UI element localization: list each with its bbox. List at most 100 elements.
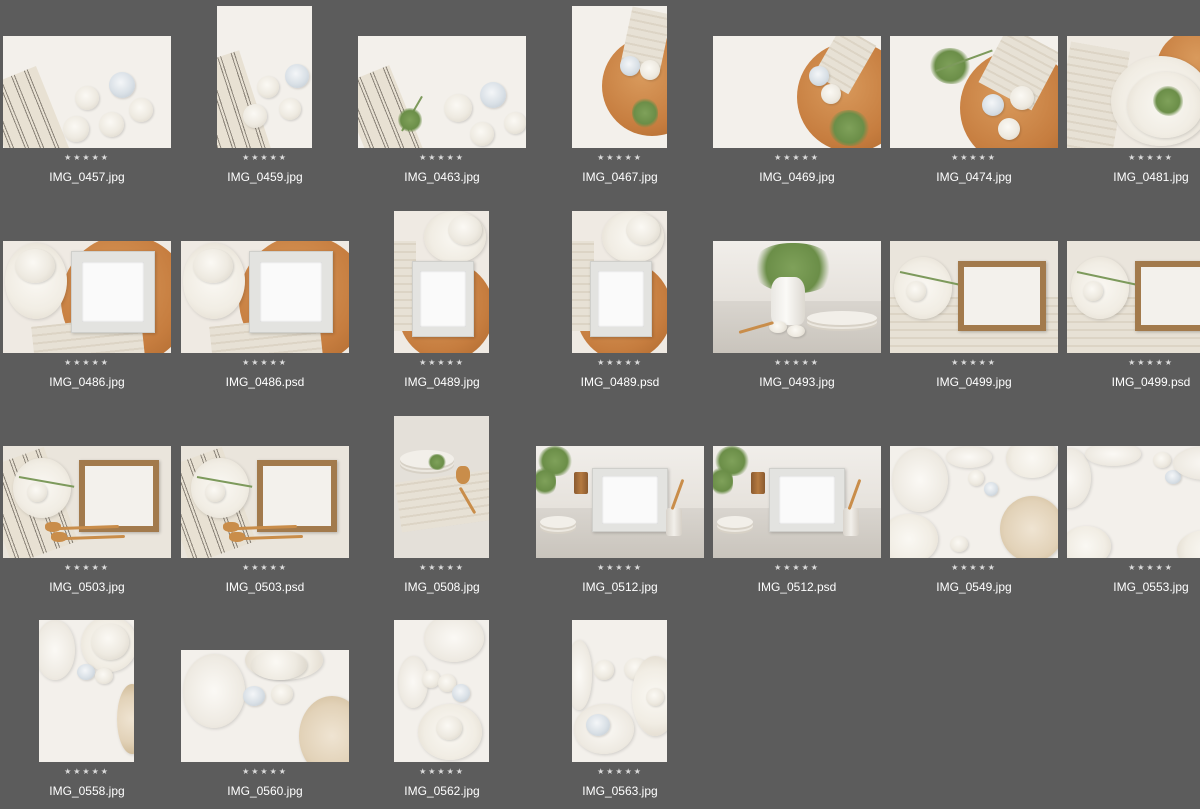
filename-label: IMG_0474.jpg <box>936 170 1012 184</box>
thumbnail-row-1: ★★★★★ IMG_0457.jpg ★★★★★ IMG_0459.jpg ★★… <box>0 0 1200 195</box>
photo-thumbnail[interactable] <box>3 36 171 148</box>
rating-stars[interactable]: ★★★★★ <box>357 358 527 368</box>
photo-thumbnail[interactable] <box>890 446 1058 558</box>
photo-thumbnail[interactable] <box>572 211 667 353</box>
photo-thumbnail[interactable] <box>217 6 312 148</box>
photo-cell[interactable]: ★★★★★ IMG_0489.jpg <box>357 205 527 400</box>
photo-thumbnail[interactable] <box>572 620 667 762</box>
photo-cell[interactable]: ★★★★★ IMG_0469.jpg <box>712 0 882 195</box>
photo-thumbnail[interactable] <box>3 446 171 558</box>
filename-label: IMG_0558.jpg <box>49 784 125 798</box>
filename-label: IMG_0469.jpg <box>759 170 835 184</box>
rating-stars[interactable]: ★★★★★ <box>712 153 882 163</box>
photo-thumbnail[interactable] <box>181 650 349 762</box>
filename-label: IMG_0508.jpg <box>404 580 480 594</box>
photo-cell[interactable]: ★★★★★ IMG_0503.jpg <box>2 410 172 605</box>
rating-stars[interactable]: ★★★★★ <box>2 153 172 163</box>
filename-label: IMG_0499.psd <box>1111 375 1191 389</box>
rating-stars[interactable]: ★★★★★ <box>889 153 1059 163</box>
rating-stars[interactable]: ★★★★★ <box>535 153 705 163</box>
filename-label: IMG_0553.jpg <box>1113 580 1189 594</box>
photo-cell[interactable]: ★★★★★ IMG_0549.jpg <box>889 410 1059 605</box>
photo-cell[interactable]: ★★★★★ IMG_0489.psd <box>535 205 705 400</box>
photo-thumbnail[interactable] <box>39 620 134 762</box>
rating-stars[interactable]: ★★★★★ <box>535 358 705 368</box>
filename-label: IMG_0563.jpg <box>582 784 658 798</box>
photo-thumbnail[interactable] <box>1067 36 1200 148</box>
photo-cell[interactable]: ★★★★★ IMG_0467.jpg <box>535 0 705 195</box>
filename-label: IMG_0560.jpg <box>227 784 303 798</box>
rating-stars[interactable]: ★★★★★ <box>1066 358 1200 368</box>
photo-thumbnail[interactable] <box>3 241 171 353</box>
rating-stars[interactable]: ★★★★★ <box>2 563 172 573</box>
photo-cell[interactable]: ★★★★★ IMG_0481.jpg <box>1066 0 1200 195</box>
photo-cell[interactable]: ★★★★★ IMG_0457.jpg <box>2 0 172 195</box>
filename-label: IMG_0481.jpg <box>1113 170 1189 184</box>
rating-stars[interactable]: ★★★★★ <box>180 563 350 573</box>
photo-cell[interactable]: ★★★★★ IMG_0459.jpg <box>180 0 350 195</box>
photo-thumbnail[interactable] <box>713 36 881 148</box>
rating-stars[interactable]: ★★★★★ <box>2 358 172 368</box>
photo-cell[interactable]: ★★★★★ IMG_0562.jpg <box>357 614 527 809</box>
photo-thumbnail[interactable] <box>1067 446 1200 558</box>
photo-cell[interactable]: ★★★★★ IMG_0553.jpg <box>1066 410 1200 605</box>
rating-stars[interactable]: ★★★★★ <box>712 563 882 573</box>
photo-cell[interactable]: ★★★★★ IMG_0508.jpg <box>357 410 527 605</box>
rating-stars[interactable]: ★★★★★ <box>889 563 1059 573</box>
photo-thumbnail[interactable] <box>394 416 489 558</box>
photo-cell[interactable]: ★★★★★ IMG_0499.jpg <box>889 205 1059 400</box>
photo-thumbnail[interactable] <box>890 36 1058 148</box>
photo-cell[interactable]: ★★★★★ IMG_0512.jpg <box>535 410 705 605</box>
filename-label: IMG_0499.jpg <box>936 375 1012 389</box>
photo-thumbnail[interactable] <box>394 211 489 353</box>
photo-thumbnail[interactable] <box>394 620 489 762</box>
photo-thumbnail[interactable] <box>181 446 349 558</box>
filename-label: IMG_0562.jpg <box>404 784 480 798</box>
photo-thumbnail[interactable] <box>572 6 667 148</box>
filename-label: IMG_0486.jpg <box>49 375 125 389</box>
photo-thumbnail[interactable] <box>890 241 1058 353</box>
rating-stars[interactable]: ★★★★★ <box>357 153 527 163</box>
rating-stars[interactable]: ★★★★★ <box>180 153 350 163</box>
photo-cell[interactable]: ★★★★★ IMG_0486.psd <box>180 205 350 400</box>
rating-stars[interactable]: ★★★★★ <box>180 358 350 368</box>
filename-label: IMG_0489.jpg <box>404 375 480 389</box>
rating-stars[interactable]: ★★★★★ <box>1066 153 1200 163</box>
rating-stars[interactable]: ★★★★★ <box>357 563 527 573</box>
filename-label: IMG_0489.psd <box>580 375 660 389</box>
photo-cell[interactable]: ★★★★★ IMG_0558.jpg <box>2 614 172 809</box>
rating-stars[interactable]: ★★★★★ <box>889 358 1059 368</box>
rating-stars[interactable]: ★★★★★ <box>1066 563 1200 573</box>
rating-stars[interactable]: ★★★★★ <box>535 563 705 573</box>
rating-stars[interactable]: ★★★★★ <box>357 767 527 777</box>
thumbnail-row-2: ★★★★★ IMG_0486.jpg ★★★★★ IMG_0486.psd ★★… <box>0 205 1200 400</box>
filename-label: IMG_0549.jpg <box>936 580 1012 594</box>
photo-cell[interactable]: ★★★★★ IMG_0493.jpg <box>712 205 882 400</box>
thumbnail-row-3: ★★★★★ IMG_0503.jpg ★★★★★ IMG_0503.psd ★★… <box>0 410 1200 605</box>
filename-label: IMG_0512.jpg <box>582 580 658 594</box>
photo-cell[interactable]: ★★★★★ IMG_0474.jpg <box>889 0 1059 195</box>
filename-label: IMG_0467.jpg <box>582 170 658 184</box>
filename-label: IMG_0503.psd <box>225 580 305 594</box>
photo-cell[interactable]: ★★★★★ IMG_0486.jpg <box>2 205 172 400</box>
photo-thumbnail[interactable] <box>713 446 881 558</box>
rating-stars[interactable]: ★★★★★ <box>712 358 882 368</box>
photo-thumbnail[interactable] <box>536 446 704 558</box>
photo-thumbnail[interactable] <box>713 241 881 353</box>
photo-cell[interactable]: ★★★★★ IMG_0563.jpg <box>535 614 705 809</box>
photo-thumbnail[interactable] <box>358 36 526 148</box>
photo-thumbnail[interactable] <box>1067 241 1200 353</box>
photo-cell[interactable]: ★★★★★ IMG_0499.psd <box>1066 205 1200 400</box>
photo-thumbnail[interactable] <box>181 241 349 353</box>
photo-cell[interactable]: ★★★★★ IMG_0503.psd <box>180 410 350 605</box>
filename-label: IMG_0459.jpg <box>227 170 303 184</box>
rating-stars[interactable]: ★★★★★ <box>2 767 172 777</box>
photo-cell[interactable]: ★★★★★ IMG_0463.jpg <box>357 0 527 195</box>
rating-stars[interactable]: ★★★★★ <box>535 767 705 777</box>
filename-label: IMG_0512.psd <box>757 580 837 594</box>
filename-label: IMG_0463.jpg <box>404 170 480 184</box>
rating-stars[interactable]: ★★★★★ <box>180 767 350 777</box>
photo-cell[interactable]: ★★★★★ IMG_0560.jpg <box>180 614 350 809</box>
filename-label: IMG_0503.jpg <box>49 580 125 594</box>
photo-cell[interactable]: ★★★★★ IMG_0512.psd <box>712 410 882 605</box>
